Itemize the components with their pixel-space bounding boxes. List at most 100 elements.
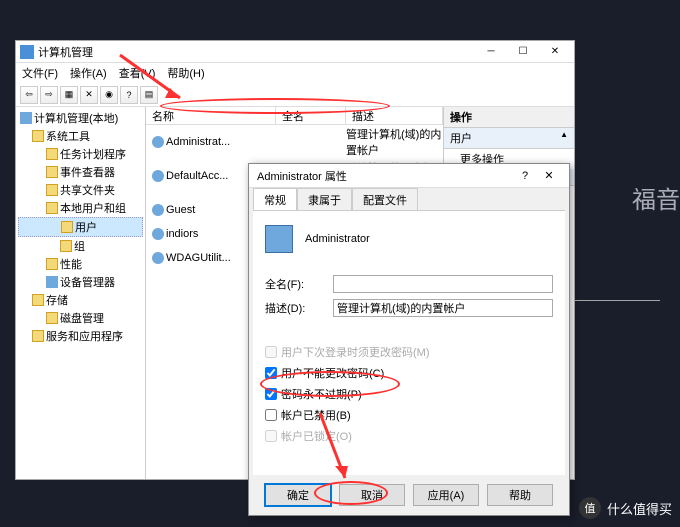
tree-node[interactable]: 设备管理器 — [18, 273, 143, 291]
tool-help[interactable]: ? — [120, 86, 138, 104]
actions-section-users[interactable]: 用户▲ — [444, 128, 574, 149]
tree-label: 事件查看器 — [60, 164, 115, 180]
dialog-tabs: 常规 隶属于 配置文件 — [249, 188, 569, 210]
tree-node[interactable]: 用户 — [18, 217, 143, 237]
tab-profile[interactable]: 配置文件 — [352, 188, 418, 210]
user-icon — [152, 204, 164, 216]
minimize-button[interactable]: ─ — [476, 43, 506, 61]
tool-delete[interactable]: ✕ — [80, 86, 98, 104]
desc-row: 描述(D): — [265, 299, 553, 317]
tree-pane[interactable]: 计算机管理(本地)系统工具任务计划程序事件查看器共享文件夹本地用户和组用户组性能… — [16, 107, 146, 479]
col-desc[interactable]: 描述 — [346, 107, 443, 124]
tree-node[interactable]: 共享文件夹 — [18, 181, 143, 199]
folder-icon — [61, 221, 73, 233]
tree-label: 存储 — [46, 292, 68, 308]
menubar: 文件(F) 操作(A) 查看(V) 帮助(H) — [16, 63, 574, 83]
list-header: 名称 全名 描述 — [146, 107, 443, 125]
watermark-text: 什么值得买 — [607, 499, 672, 518]
checkbox-row: 用户下次登录时须更改密码(M) — [265, 344, 553, 360]
tree-node[interactable]: 系统工具 — [18, 127, 143, 145]
tree-label: 性能 — [60, 256, 82, 272]
desc-input[interactable] — [333, 299, 553, 317]
folder-icon — [46, 258, 58, 270]
user-icon — [265, 225, 293, 253]
tree-node[interactable]: 组 — [18, 237, 143, 255]
tab-memberof[interactable]: 隶属于 — [297, 188, 352, 210]
titlebar: 计算机管理 ─ ☐ ✕ — [16, 41, 574, 63]
user-icon — [152, 252, 164, 264]
tree-node[interactable]: 计算机管理(本地) — [18, 109, 143, 127]
tool-fwd[interactable]: ⇨ — [40, 86, 58, 104]
tree-node[interactable]: 存储 — [18, 291, 143, 309]
menu-file[interactable]: 文件(F) — [20, 65, 60, 81]
tree-node[interactable]: 任务计划程序 — [18, 145, 143, 163]
menu-help[interactable]: 帮助(H) — [165, 65, 206, 81]
ok-button[interactable]: 确定 — [265, 484, 331, 506]
tree-label: 组 — [74, 238, 85, 254]
apply-button[interactable]: 应用(A) — [413, 484, 479, 506]
checkbox[interactable] — [265, 409, 277, 421]
folder-icon — [46, 166, 58, 178]
tool-up[interactable]: ▦ — [60, 86, 78, 104]
menu-view[interactable]: 查看(V) — [117, 65, 158, 81]
folder-icon — [32, 130, 44, 142]
tree-label: 用户 — [75, 219, 97, 235]
dialog-close-button[interactable]: ✕ — [537, 169, 561, 182]
help-button[interactable]: 帮助 — [487, 484, 553, 506]
folder-icon — [60, 240, 72, 252]
close-button[interactable]: ✕ — [540, 43, 570, 61]
col-name[interactable]: 名称 — [146, 107, 276, 124]
checkbox[interactable] — [265, 367, 277, 379]
dialog-body: Administrator 全名(F): 描述(D): 用户下次登录时须更改密码… — [253, 210, 565, 475]
desc-label: 描述(D): — [265, 300, 325, 316]
fullname-input[interactable] — [333, 275, 553, 293]
dialog-title: Administrator 属性 — [257, 168, 513, 184]
menu-action[interactable]: 操作(A) — [68, 65, 109, 81]
user-name: Administrator — [305, 233, 370, 245]
app-icon — [20, 45, 34, 59]
checkbox[interactable] — [265, 388, 277, 400]
user-icon — [152, 170, 164, 182]
properties-dialog: Administrator 属性 ? ✕ 常规 隶属于 配置文件 Adminis… — [248, 163, 570, 516]
watermark-badge-icon: 值 — [579, 497, 601, 519]
tree-node[interactable]: 性能 — [18, 255, 143, 273]
checkbox-label: 用户下次登录时须更改密码(M) — [281, 344, 430, 360]
actions-header: 操作 — [444, 107, 574, 128]
tool-refresh[interactable]: ◉ — [100, 86, 118, 104]
checkbox-label: 帐户已禁用(B) — [281, 407, 351, 423]
user-icon — [152, 136, 164, 148]
dialog-help-button[interactable]: ? — [513, 170, 537, 182]
tree-node[interactable]: 磁盘管理 — [18, 309, 143, 327]
checkbox-label: 帐户已锁定(O) — [281, 428, 352, 444]
dialog-buttons: 确定 取消 应用(A) 帮助 — [249, 475, 569, 515]
tree-node[interactable]: 本地用户和组 — [18, 199, 143, 217]
tree-node[interactable]: 事件查看器 — [18, 163, 143, 181]
checkbox-label: 密码永不过期(P) — [281, 386, 362, 402]
toolbar: ⇦ ⇨ ▦ ✕ ◉ ? ▤ — [16, 83, 574, 107]
comp-icon — [20, 112, 32, 124]
col-fullname[interactable]: 全名 — [276, 107, 346, 124]
folder-icon — [32, 294, 44, 306]
folder-icon — [32, 330, 44, 342]
watermark: 值 什么值得买 — [579, 497, 672, 519]
tab-general[interactable]: 常规 — [253, 188, 297, 210]
comp-icon — [46, 276, 58, 288]
checkbox-row: 帐户已锁定(O) — [265, 428, 553, 444]
cancel-button[interactable]: 取消 — [339, 484, 405, 506]
checkbox — [265, 346, 277, 358]
tree-node[interactable]: 服务和应用程序 — [18, 327, 143, 345]
tool-list[interactable]: ▤ — [140, 86, 158, 104]
user-header: Administrator — [265, 219, 553, 269]
checkbox-row: 用户不能更改密码(C) — [265, 365, 553, 381]
maximize-button[interactable]: ☐ — [508, 43, 538, 61]
fullname-row: 全名(F): — [265, 275, 553, 293]
folder-icon — [46, 184, 58, 196]
tool-back[interactable]: ⇦ — [20, 86, 38, 104]
list-row[interactable]: Administrat...管理计算机(域)的内置帐户 — [146, 125, 443, 159]
fullname-label: 全名(F): — [265, 276, 325, 292]
user-icon — [152, 228, 164, 240]
tree-label: 任务计划程序 — [60, 146, 126, 162]
folder-icon — [46, 202, 58, 214]
tree-label: 本地用户和组 — [60, 200, 126, 216]
tree-label: 共享文件夹 — [60, 182, 115, 198]
